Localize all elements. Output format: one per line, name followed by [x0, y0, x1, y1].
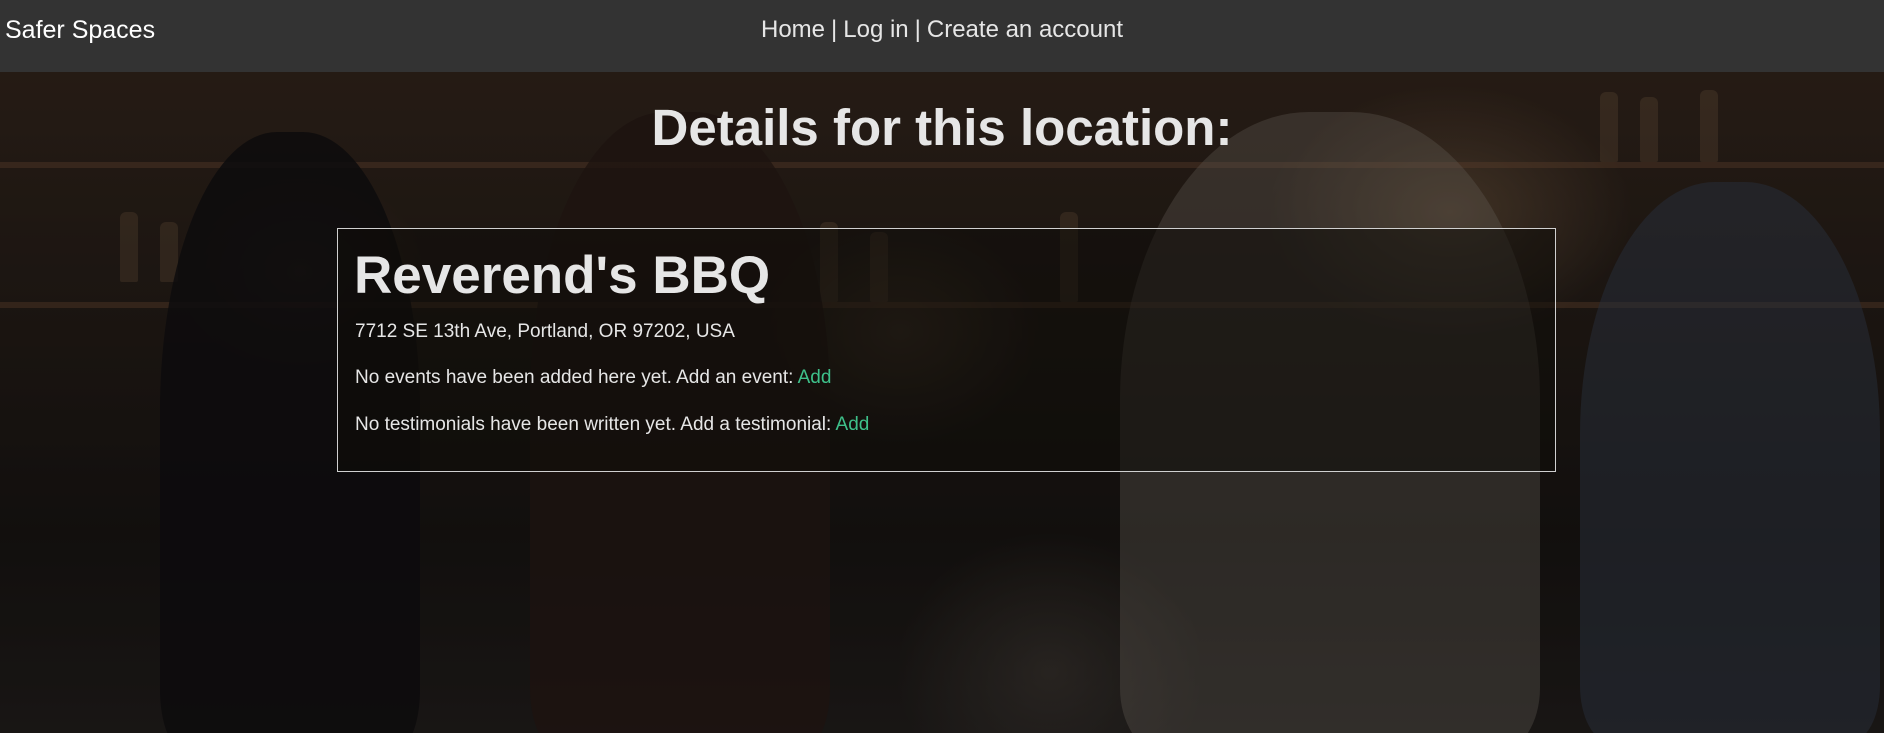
- top-navbar: Safer Spaces Home | Log in | Create an accou…: [0, 0, 1884, 72]
- location-card: Reverend's BBQ 7712 SE 13th Ave, Portlan…: [337, 228, 1556, 472]
- events-text: No events have been added here yet. Add …: [355, 367, 794, 388]
- nav-links: Home | Log in | Create an account: [0, 16, 1884, 44]
- add-testimonial-link[interactable]: Add: [836, 414, 870, 435]
- nav-create-account-link[interactable]: Create an account: [927, 16, 1123, 43]
- nav-login-link[interactable]: Log in: [843, 16, 908, 43]
- testimonials-line: No testimonials have been written yet. A…: [355, 414, 869, 436]
- page-title: Details for this location:: [651, 99, 1233, 156]
- add-event-link[interactable]: Add: [798, 367, 832, 388]
- nav-home-link[interactable]: Home: [761, 16, 825, 43]
- testimonials-text: No testimonials have been written yet. A…: [355, 414, 832, 435]
- events-line: No events have been added here yet. Add …: [355, 367, 831, 389]
- nav-separator: |: [914, 16, 921, 43]
- location-name: Reverend's BBQ: [354, 246, 771, 305]
- location-address: 7712 SE 13th Ave, Portland, OR 97202, US…: [355, 321, 735, 342]
- nav-separator: |: [831, 16, 838, 43]
